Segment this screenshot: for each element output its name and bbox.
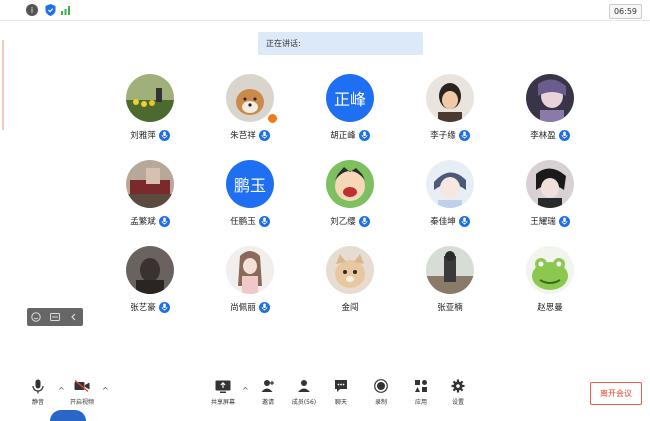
info-icon[interactable]: i	[26, 4, 38, 16]
participant-name: 秦佳坤	[430, 217, 456, 227]
participant-tile[interactable]: 孟繁斌	[100, 160, 200, 240]
speaking-indicator: 正在讲话:	[258, 32, 423, 55]
participant-tile[interactable]: 正峰 胡正峰	[300, 74, 400, 154]
avatar	[226, 74, 274, 122]
participant-name: 胡正峰	[330, 131, 356, 141]
microphone-icon	[558, 215, 570, 227]
participant-name: 尚佩丽	[230, 303, 256, 313]
members-icon	[296, 378, 312, 394]
participant-tile[interactable]: 朱芑祥	[200, 74, 300, 154]
participant-name: 金闯	[341, 303, 359, 313]
participant-name: 张艺豪	[130, 303, 156, 313]
participant-tile[interactable]: 金闯	[300, 246, 400, 326]
meeting-time: 06:59	[608, 4, 642, 19]
mute-button[interactable]: 静音	[18, 378, 58, 410]
participant-name: 李子缘	[430, 131, 456, 141]
video-options-caret-icon[interactable]: ^	[102, 386, 109, 395]
microphone-icon	[358, 129, 370, 141]
participant-tile[interactable]: 尚佩丽	[200, 246, 300, 326]
microphone-icon	[158, 129, 170, 141]
participant-tile[interactable]: 张亚楠	[400, 246, 500, 326]
participant-tile[interactable]: 鹏玉 任鹏玉	[200, 160, 300, 240]
participant-tile[interactable]: 刘雅萍	[100, 74, 200, 154]
status-badge	[268, 114, 277, 123]
chat-button[interactable]: 聊天	[321, 378, 361, 410]
members-button[interactable]: 成员(56)	[284, 378, 324, 410]
microphone-icon	[158, 301, 170, 313]
chat-icon	[333, 378, 349, 394]
smile-icon[interactable]	[29, 310, 43, 324]
microphone-icon	[358, 215, 370, 227]
participant-tile[interactable]: 刘乙缨	[300, 160, 400, 240]
left-edge-strip	[0, 20, 6, 380]
participant-name: 任鹏玉	[230, 217, 256, 227]
participant-tile[interactable]: 张艺豪	[100, 246, 200, 326]
start-video-button[interactable]: 开启视频	[62, 378, 102, 410]
self-view-thumbnail	[50, 410, 86, 421]
avatar	[526, 160, 574, 208]
avatar	[126, 74, 174, 122]
participant-tile[interactable]: 秦佳坤	[400, 160, 500, 240]
invite-user-icon	[260, 378, 276, 394]
avatar	[426, 74, 474, 122]
microphone-icon	[458, 215, 470, 227]
apps-icon	[413, 378, 429, 394]
microphone-icon	[158, 215, 170, 227]
avatar	[226, 246, 274, 294]
participant-name: 李林盈	[530, 131, 556, 141]
meeting-toolbar: 静音 ^ 开启视频 ^ 共享屏幕 ^ 邀请 成员(56) 聊天 录制 应用 设置	[0, 372, 650, 421]
avatar	[126, 246, 174, 294]
participant-name: 赵思曼	[537, 303, 563, 313]
avatar: 正峰	[326, 74, 374, 122]
share-screen-icon	[215, 378, 231, 394]
participant-tile[interactable]: 李子缘	[400, 74, 500, 154]
participant-tile[interactable]: 李林盈	[500, 74, 600, 154]
settings-button[interactable]: 设置	[438, 378, 478, 410]
participant-name: 张亚楠	[437, 303, 463, 313]
microphone-icon	[558, 129, 570, 141]
participant-name: 刘乙缨	[330, 217, 356, 227]
avatar: 鹏玉	[226, 160, 274, 208]
avatar	[526, 74, 574, 122]
microphone-icon	[458, 129, 470, 141]
view-control-bar	[27, 308, 83, 326]
participant-grid: 刘雅萍 朱芑祥 正峰 胡正峰 李子缘 李林盈 孟繁斌 鹏玉 任鹏玉 刘乙缨 秦佳…	[100, 74, 600, 324]
microphone-icon	[258, 215, 270, 227]
collapse-arrow-icon[interactable]	[67, 310, 81, 324]
invite-button[interactable]: 邀请	[248, 378, 288, 410]
microphone-icon	[30, 378, 46, 394]
record-icon	[373, 378, 389, 394]
keyboard-icon[interactable]	[48, 310, 62, 324]
participant-tile[interactable]: 王耀瑞	[500, 160, 600, 240]
gear-icon	[450, 378, 466, 394]
share-screen-button[interactable]: 共享屏幕	[203, 378, 243, 410]
leave-meeting-button[interactable]: 离开会议	[590, 382, 642, 405]
participant-name: 朱芑祥	[230, 131, 256, 141]
network-signal-icon[interactable]	[60, 4, 72, 16]
avatar	[126, 160, 174, 208]
participant-tile[interactable]: 赵思曼	[500, 246, 600, 326]
participant-name: 孟繁斌	[130, 217, 156, 227]
participant-name: 王耀瑞	[530, 217, 556, 227]
record-button[interactable]: 录制	[361, 378, 401, 410]
microphone-icon	[258, 301, 270, 313]
status-bar: i 06:59	[0, 0, 650, 21]
apps-button[interactable]: 应用	[401, 378, 441, 410]
shield-icon[interactable]	[44, 4, 56, 16]
avatar	[326, 160, 374, 208]
avatar	[426, 160, 474, 208]
avatar	[526, 246, 574, 294]
video-off-icon	[74, 378, 90, 394]
microphone-icon	[258, 129, 270, 141]
avatar	[326, 246, 374, 294]
participant-name: 刘雅萍	[130, 131, 156, 141]
avatar	[426, 246, 474, 294]
